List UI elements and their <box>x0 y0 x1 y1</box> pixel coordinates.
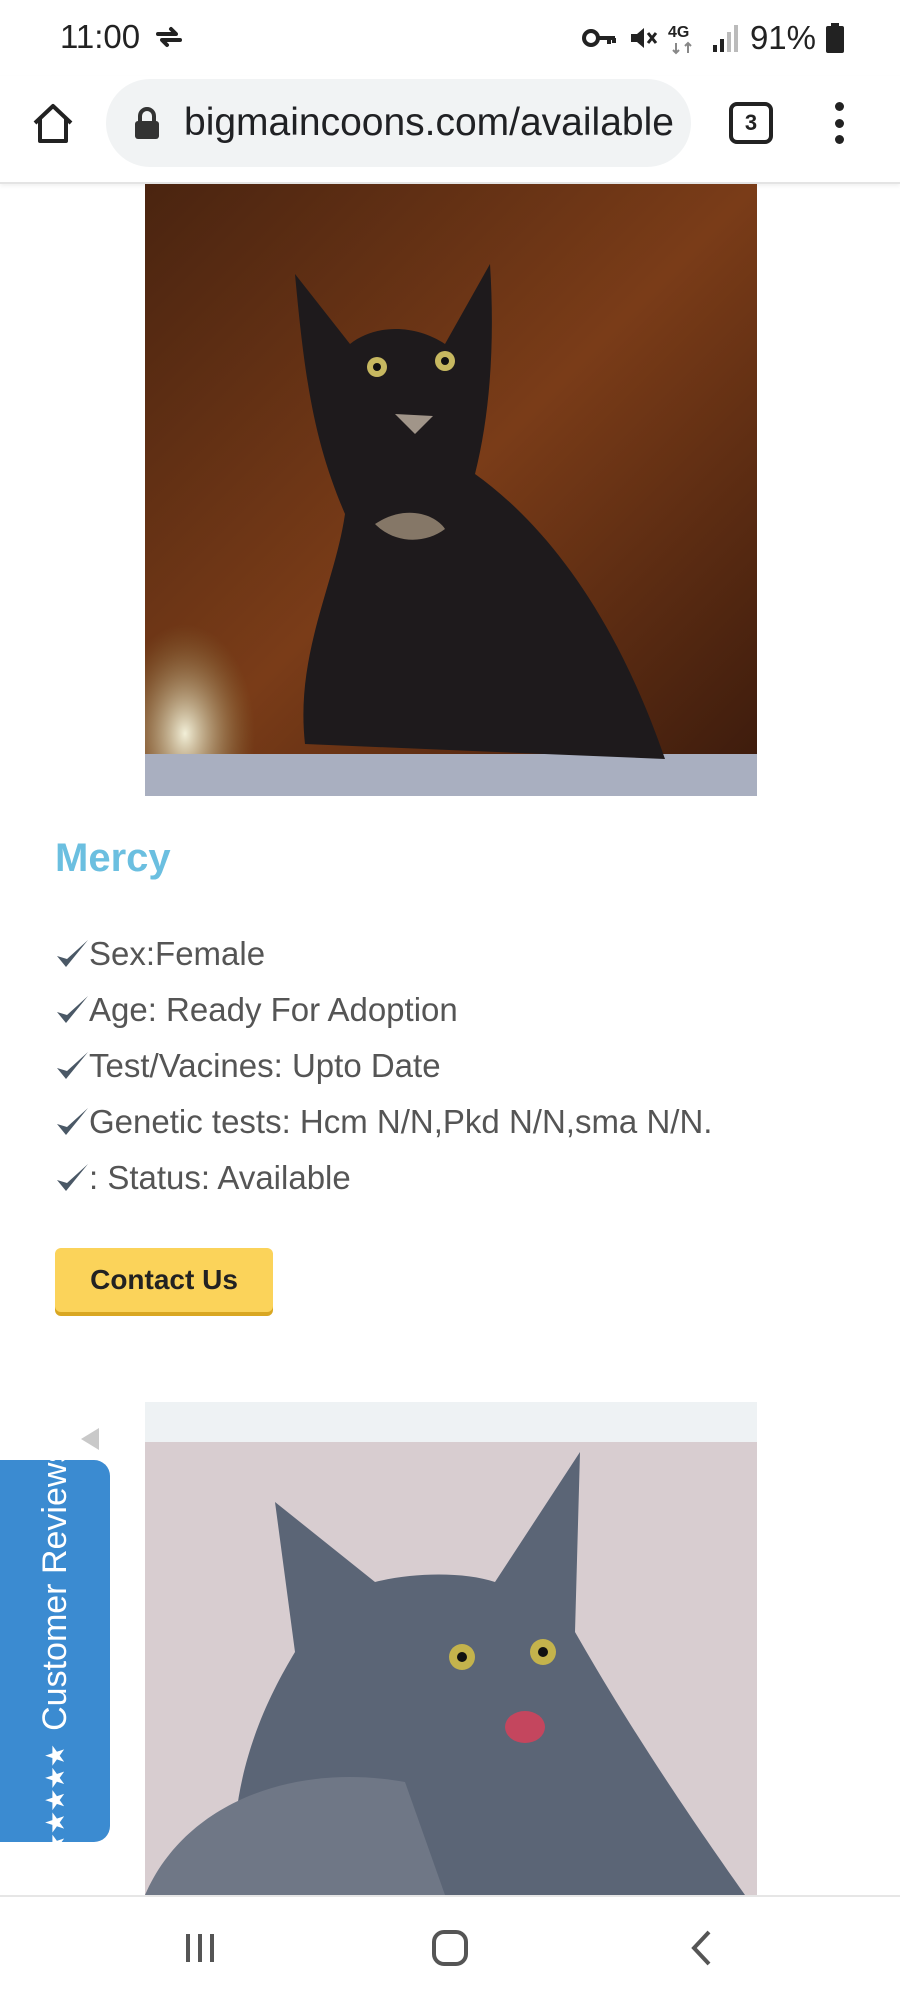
status-time: 11:00 <box>60 18 141 55</box>
battery-percent: 91% <box>749 19 816 56</box>
address-bar[interactable]: bigmaincoons.com/available <box>106 79 691 167</box>
star-rating-icon: ★★★★★ <box>40 1744 70 1857</box>
detail-text: Genetic tests: Hcm N/N,Pkd N/N,sma N/N. <box>89 1103 713 1140</box>
status-icons: 4G 91% <box>581 16 844 60</box>
home-icon <box>33 104 73 143</box>
customer-reviews-label: Customer Reviews <box>35 1445 74 1731</box>
detail-text: Test/Vacines: Upto Date <box>89 1047 441 1084</box>
kitten-photo <box>145 184 757 796</box>
back-icon <box>691 1930 711 1966</box>
checkmark-icon <box>57 940 88 967</box>
detail-vaccines: Test/Vacines: Upto Date <box>55 1038 712 1094</box>
checkmark-icon <box>57 1052 88 1079</box>
url-text[interactable]: bigmaincoons.com/available <box>184 101 684 145</box>
recent-apps-icon <box>186 1934 214 1962</box>
kitten-details: Sex:Female Age: Ready For Adoption Test/… <box>55 926 712 1206</box>
network-4g-icon: 4G <box>668 24 692 55</box>
kitten-name: Mercy <box>55 836 171 880</box>
more-menu-button[interactable] <box>822 96 856 150</box>
detail-text: : Status: Available <box>89 1159 351 1196</box>
checkmark-icon <box>57 1164 88 1191</box>
detail-text: Sex:Female <box>89 935 266 972</box>
checkmark-icon <box>57 996 88 1023</box>
home-nav-button[interactable] <box>420 1923 480 1973</box>
home-button[interactable] <box>26 96 80 150</box>
checkmark-icon <box>57 1108 88 1135</box>
kitten-photo-2 <box>145 1402 757 1895</box>
back-button[interactable] <box>672 1923 732 1973</box>
signal-icon <box>712 25 738 52</box>
system-nav-bar <box>0 1895 900 2000</box>
contact-us-button[interactable]: Contact Us <box>55 1248 273 1312</box>
collapse-arrow-icon[interactable] <box>81 1428 99 1450</box>
more-menu-icon <box>834 102 844 111</box>
customer-reviews-tab[interactable]: ★★★★★ Customer Reviews <box>0 1446 110 1856</box>
detail-sex: Sex:Female <box>55 926 712 982</box>
mute-icon <box>630 28 658 48</box>
lock-icon <box>135 107 159 139</box>
detail-status: : Status: Available <box>55 1150 712 1206</box>
status-bar: 11:00 4G 91% <box>0 0 900 76</box>
battery-icon <box>826 23 844 53</box>
recent-apps-button[interactable] <box>170 1923 230 1973</box>
sync-icon <box>156 27 182 47</box>
detail-age: Age: Ready For Adoption <box>55 982 712 1038</box>
network-label: 4G <box>668 24 689 41</box>
browser-toolbar: bigmaincoons.com/available 3 <box>0 76 900 184</box>
key-icon <box>581 29 616 47</box>
detail-genetic-tests: Genetic tests: Hcm N/N,Pkd N/N,sma N/N. <box>55 1094 712 1150</box>
tab-count: 3 <box>744 110 758 135</box>
tab-switcher-button[interactable]: 3 <box>729 102 773 144</box>
home-nav-icon <box>432 1930 468 1966</box>
detail-text: Age: Ready For Adoption <box>89 991 458 1028</box>
